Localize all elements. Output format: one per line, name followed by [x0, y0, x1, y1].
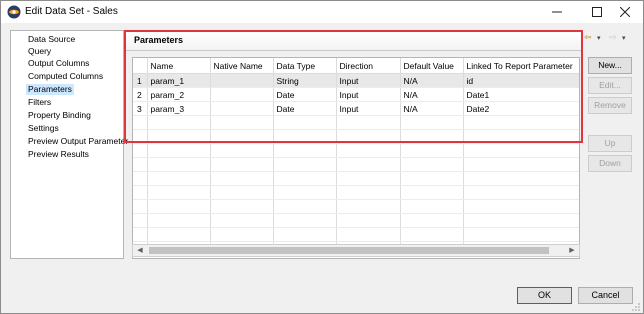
row-number: 2	[133, 87, 148, 102]
back-arrow-icon[interactable]: ⇦	[584, 32, 592, 43]
cell-linked-parameter: Date2	[463, 101, 579, 116]
resize-grip-icon[interactable]	[631, 302, 641, 312]
cell-data-type: Date	[273, 87, 337, 102]
cell-default-value: N/A	[400, 87, 464, 102]
new-button[interactable]: New...	[588, 57, 632, 74]
horizontal-scrollbar[interactable]: ◀ ▶	[132, 244, 580, 257]
ok-button[interactable]: OK	[517, 287, 572, 304]
empty-row	[133, 115, 579, 130]
cell-direction: Input	[336, 87, 401, 102]
empty-row	[133, 185, 579, 200]
window-title: Edit Data Set - Sales	[25, 6, 118, 17]
minimize-icon	[552, 11, 562, 13]
cell-default-value: N/A	[400, 73, 464, 88]
app-icon	[7, 5, 21, 19]
cell-native-name	[210, 73, 274, 88]
nav-item-settings[interactable]: Settings	[26, 123, 61, 134]
table-row[interactable]: 3 param_3 Date Input N/A Date2	[133, 101, 579, 116]
nav-item-preview-results[interactable]: Preview Results	[26, 149, 91, 160]
empty-row	[133, 199, 579, 214]
nav-item-property-binding[interactable]: Property Binding	[26, 110, 93, 121]
forward-arrow-icon[interactable]: ⇨	[609, 32, 617, 43]
nav-item-computed-columns[interactable]: Computed Columns	[26, 71, 105, 82]
dialog-window: Edit Data Set - Sales Data Source Query …	[0, 0, 644, 314]
cell-data-type: Date	[273, 101, 337, 116]
panel-header: Parameters	[126, 32, 581, 51]
cell-direction: Input	[336, 101, 401, 116]
empty-row	[133, 171, 579, 186]
nav-item-preview-output-parameter[interactable]: Preview Output Parameter	[26, 136, 130, 147]
cell-linked-parameter: id	[463, 73, 579, 88]
empty-row	[133, 129, 579, 144]
forward-menu-icon[interactable]: ▾	[622, 34, 626, 42]
close-button[interactable]	[607, 1, 643, 23]
edit-button[interactable]: Edit...	[588, 77, 632, 94]
cancel-button[interactable]: Cancel	[578, 287, 633, 304]
nav-tree: Data Source Query Output Columns Compute…	[10, 30, 128, 259]
down-button[interactable]: Down	[588, 155, 632, 172]
column-header-name[interactable]: Name	[147, 58, 211, 74]
nav-item-output-columns[interactable]: Output Columns	[26, 58, 91, 69]
column-header-index	[133, 58, 148, 74]
column-header-native-name[interactable]: Native Name	[210, 58, 274, 74]
parameters-table: Name Native Name Data Type Direction Def…	[132, 57, 580, 259]
cell-default-value: N/A	[400, 101, 464, 116]
cell-native-name	[210, 101, 274, 116]
title-bar: Edit Data Set - Sales	[1, 1, 643, 23]
panel-title: Parameters	[134, 35, 184, 45]
up-button[interactable]: Up	[588, 135, 632, 152]
back-menu-icon[interactable]: ▾	[597, 34, 601, 42]
scroll-left-icon[interactable]: ◀	[133, 245, 147, 256]
nav-item-query[interactable]: Query	[26, 46, 53, 57]
empty-row	[133, 143, 579, 158]
empty-row	[133, 227, 579, 242]
cell-data-type: String	[273, 73, 337, 88]
column-header-linked-to-report-parameter[interactable]: Linked To Report Parameter	[463, 58, 579, 74]
minimize-button[interactable]	[537, 1, 577, 23]
cell-name: param_3	[147, 101, 211, 116]
nav-item-filters[interactable]: Filters	[26, 97, 53, 108]
cell-native-name	[210, 87, 274, 102]
row-number: 3	[133, 101, 148, 116]
history-nav: ⇦ ▾ ⇨ ▾	[584, 32, 640, 46]
maximize-icon	[592, 7, 602, 17]
table-header-row: Name Native Name Data Type Direction Def…	[133, 58, 579, 74]
table-row[interactable]: 2 param_2 Date Input N/A Date1	[133, 87, 579, 102]
remove-button[interactable]: Remove	[588, 97, 632, 114]
cell-direction: Input	[336, 73, 401, 88]
cell-name: param_2	[147, 87, 211, 102]
column-header-data-type[interactable]: Data Type	[273, 58, 337, 74]
cell-name: param_1	[147, 73, 211, 88]
scroll-right-icon[interactable]: ▶	[565, 245, 579, 256]
cell-linked-parameter: Date1	[463, 87, 579, 102]
close-icon	[620, 7, 630, 17]
nav-item-data-source[interactable]: Data Source	[26, 34, 77, 45]
row-number: 1	[133, 73, 148, 88]
column-header-direction[interactable]: Direction	[336, 58, 401, 74]
column-header-default-value[interactable]: Default Value	[400, 58, 464, 74]
scrollbar-thumb[interactable]	[149, 247, 549, 254]
empty-row	[133, 213, 579, 228]
nav-item-parameters[interactable]: Parameters	[26, 84, 74, 95]
empty-row	[133, 157, 579, 172]
table-row[interactable]: 1 param_1 String Input N/A id	[133, 73, 579, 88]
